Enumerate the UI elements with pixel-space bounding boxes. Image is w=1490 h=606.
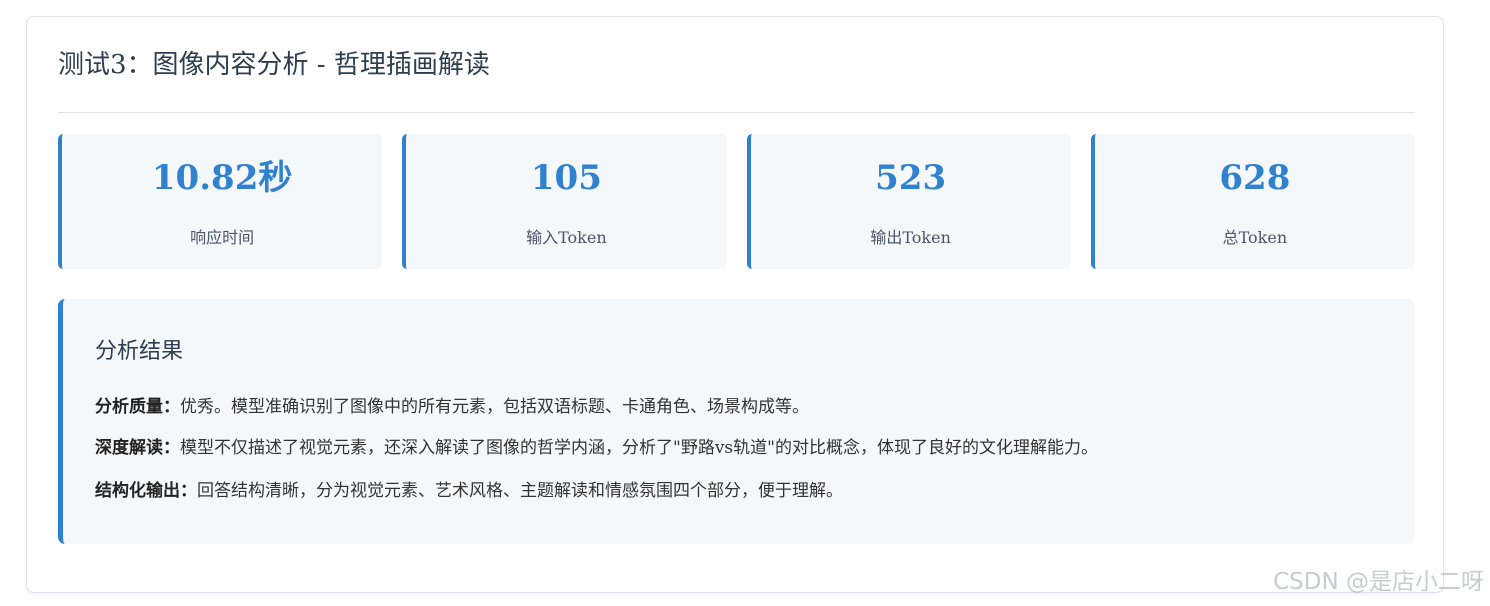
title-divider — [58, 112, 1415, 113]
stat-total-token: 628 总Token — [1090, 134, 1415, 269]
result-item-structure: 结构化输出：回答结构清晰，分为视觉元素、艺术风格、主题解读和情感氛围四个部分，便… — [95, 476, 843, 501]
stat-label: 响应时间 — [190, 228, 255, 247]
stat-label: 输入Token — [526, 228, 607, 247]
csdn-watermark: CSDN @是店小二呀 — [1273, 569, 1484, 595]
test-result-card: 测试3：图像内容分析 - 哲理插画解读 10.82秒 响应时间 105 输入To… — [26, 16, 1444, 593]
stat-label: 输出Token — [870, 228, 951, 247]
stat-output-token: 523 输出Token — [746, 134, 1071, 269]
result-item-text: 回答结构清晰，分为视觉元素、艺术风格、主题解读和情感氛围四个部分，便于理解。 — [197, 481, 843, 501]
stat-input-token: 105 输入Token — [402, 134, 727, 269]
result-item-quality: 分析质量：优秀。模型准确识别了图像中的所有元素，包括双语标题、卡通角色、场景构成… — [95, 392, 809, 417]
page-title: 测试3：图像内容分析 - 哲理插画解读 — [58, 50, 490, 80]
result-item-text: 优秀。模型准确识别了图像中的所有元素，包括双语标题、卡通角色、场景构成等。 — [180, 397, 809, 417]
stat-response-time: 10.82秒 响应时间 — [58, 134, 383, 269]
stat-value: 10.82秒 — [151, 158, 293, 198]
stat-value: 105 — [530, 158, 602, 198]
stat-value: 628 — [1219, 158, 1291, 198]
stats-row: 10.82秒 响应时间 105 输入Token 523 输出Token 628 … — [58, 134, 1415, 269]
stat-label: 总Token — [1222, 228, 1288, 247]
result-item-label: 结构化输出： — [95, 481, 197, 501]
result-item-text: 模型不仅描述了视觉元素，还深入解读了图像的哲学内涵，分析了"野路vs轨道"的对比… — [180, 438, 1098, 458]
result-item-label: 分析质量： — [95, 397, 180, 417]
analysis-result-panel: 分析结果 分析质量：优秀。模型准确识别了图像中的所有元素，包括双语标题、卡通角色… — [58, 299, 1415, 544]
result-item-depth: 深度解读：模型不仅描述了视觉元素，还深入解读了图像的哲学内涵，分析了"野路vs轨… — [95, 433, 1098, 458]
result-title: 分析结果 — [95, 339, 184, 364]
result-item-label: 深度解读： — [95, 438, 180, 458]
stat-value: 523 — [875, 158, 947, 198]
